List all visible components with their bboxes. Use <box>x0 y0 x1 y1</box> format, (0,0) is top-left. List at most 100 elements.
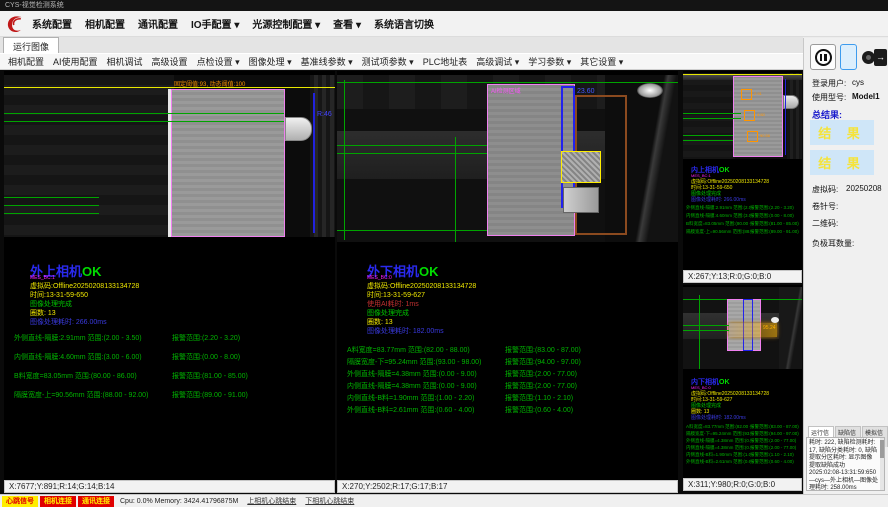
edge-line <box>683 140 733 141</box>
log-scroll-thumb[interactable] <box>880 440 884 458</box>
tab-run-image[interactable]: 运行图像 <box>3 37 59 54</box>
vcode-value: 20250208 <box>846 184 882 193</box>
logout-button[interactable]: → <box>873 46 888 68</box>
alarm-range: 报警范围:(2.00 - 77.00) <box>505 369 577 381</box>
alarm-range: 报警范围:(2.00 - 77.00) <box>750 445 796 452</box>
login-user-value: cys <box>852 78 864 87</box>
measure-value: B料宽度=83.05mm 范围:(80.00 - 86.00) <box>14 371 172 390</box>
menu-item[interactable]: 光源控制配置 ▾ <box>252 16 320 31</box>
pause-button[interactable] <box>810 44 836 70</box>
edge-line <box>4 121 284 122</box>
toolbar-button[interactable]: AI使用配置 <box>53 55 98 68</box>
measure-rect-orange <box>744 110 755 121</box>
frame-line <box>344 80 345 240</box>
heartbeat-badge: 心跳信号 <box>2 496 38 507</box>
result-ok: OK <box>82 264 102 279</box>
width-value-label: 23.60 <box>577 88 595 95</box>
model-label: 使用型号: <box>812 92 846 103</box>
measurement-row: 隔膜宽度-上=90.56mm 范围:(88.00 - 92.00)报警范围:(8… <box>14 390 329 409</box>
title-bar: CYS-视觉检测系统 <box>0 0 888 11</box>
alarm-range: 报警范围:(81.00 - 85.00) <box>172 371 248 390</box>
measure-value: A料宽度=83.77mm 范围:(82.00 - 88.00) <box>686 424 750 431</box>
measurement-row: 内侧直线-隔膜=4.38mm 范围:(0.00 - 9.00)报警范围:(2.0… <box>686 445 800 452</box>
result-ok: OK <box>419 264 439 279</box>
measure-value: 外侧直线-隔膜=4.38mm 范围:(0.00 - 9.00) <box>347 369 505 381</box>
menu-items: 系统配置相机配置通讯配置 IO手配置 ▾ 光源控制配置 ▾ 查看 ▾ 系统语言切换 <box>32 16 434 31</box>
menu-item[interactable]: 系统配置 <box>32 16 72 31</box>
upper-camera-heartbeat-link[interactable]: 上相机心跳结束 <box>247 496 296 506</box>
menu-item[interactable]: 通讯配置 <box>138 16 178 31</box>
toolbar-button[interactable]: 测试项参数 ▾ <box>362 55 414 68</box>
measurement-row: B料宽度=83.05mm 范围:(80.00 - 86.00)报警范围:(81.… <box>686 221 800 229</box>
edge-line <box>683 135 733 136</box>
machine-background-left <box>683 73 735 159</box>
camera-1-pixel-status: X:7677;Y:891;R:14;G:14;B:14 <box>4 480 335 493</box>
alarm-range: 报警范围:(89.00 - 91.00) <box>172 390 248 409</box>
menu-item[interactable]: 系统语言切换 <box>374 16 434 31</box>
alarm-range: 报警范围:(94.00 - 97.00) <box>750 431 799 438</box>
measure-value: B料宽度=83.05mm 范围:(80.00 - 86.00) <box>686 221 750 229</box>
window-status-bar: 心跳信号 相机连接 通讯连接 Cpu: 0.0% Memory: 3424.41… <box>0 494 888 507</box>
log-text: 耗时: 222, 缺陷检测耗时: 17, 缺陷分类耗时: 0, 缺陷提取分区耗时… <box>809 440 878 491</box>
lower-camera-heartbeat-link[interactable]: 下相机心跳结束 <box>305 496 354 506</box>
measure-label: 2.91 <box>754 91 762 96</box>
alarm-range: 报警范围:(1.10 - 2.10) <box>750 452 794 459</box>
camera-image-4[interactable]: 95.24 <box>683 287 802 369</box>
measurement-row: B料宽度=83.05mm 范围:(80.00 - 86.00)报警范围:(81.… <box>14 371 329 390</box>
logout-icon: → <box>874 49 887 66</box>
alarm-range: 报警范围:(89.00 - 91.00) <box>750 229 799 237</box>
alarm-range: 报警范围:(0.00 - 8.00) <box>750 213 794 221</box>
toolbar-button[interactable]: 高级设置 <box>152 55 188 68</box>
camera-view-3[interactable]: 2.91 4.60 90.56 内上相机OK MES_BC:1 虚拟码:Offl… <box>683 71 802 270</box>
camera-view-2[interactable]: AI检测区域 23.60 外下相机OK MES_BC:0 虚拟码:Offline… <box>337 71 678 480</box>
measure-value: 内侧直线-隔膜=4.38mm 范围:(0.00 - 9.00) <box>686 445 750 452</box>
qr-code-label: 二维码: <box>812 218 838 229</box>
camera-image-3[interactable]: 2.91 4.60 90.56 <box>683 73 802 159</box>
menu-item[interactable]: IO手配置 ▾ <box>191 16 239 31</box>
camera-image-1[interactable]: 固定阈值:93, 动态阈值:100 R:46 <box>4 75 335 237</box>
toolbar-button[interactable]: 高级调试 ▾ <box>476 55 519 68</box>
measure-rect-orange <box>741 89 752 100</box>
measure-value: 内侧直线-B料=1.90mm 范围:(1.00 - 2.20) <box>686 452 750 459</box>
edge-line <box>337 145 492 146</box>
toolbar-button[interactable]: 相机调试 <box>107 55 143 68</box>
pin-number-label: 卷针号: <box>812 201 838 212</box>
measurement-row: 内侧直线-隔膜:4.60mm 范围:(3.00 - 6.00)报警范围:(0.0… <box>14 352 329 371</box>
pixel-readout: X:270;Y:2502;R:17;G:17;B:17 <box>342 482 447 491</box>
edge-line <box>4 213 99 214</box>
measurement-row: 外侧直线-隔膜:2.91mm 范围:(2.00 - 3.50)报警范围:(2.2… <box>14 333 329 352</box>
toolbar-button[interactable]: 学习参数 ▾ <box>528 55 571 68</box>
ai-area-label: AI检测区域 <box>491 86 521 95</box>
measurement-row: 外侧直线-B料=2.61mm 范围:(0.60 - 4.00)报警范围:(0.6… <box>347 405 672 417</box>
menu-item[interactable]: 相机配置 <box>85 16 125 31</box>
log-scrollbar[interactable] <box>880 438 884 490</box>
toolbar-button[interactable]: 相机配置 <box>8 55 44 68</box>
app-logo-icon <box>5 14 24 33</box>
measure-value: 内侧直线-隔膜=4.38mm 范围:(0.00 - 9.00) <box>347 381 505 393</box>
toolbar-button[interactable]: 基准线参数 ▾ <box>301 55 353 68</box>
camera-view-4[interactable]: 95.24 内下相机OK MES_BC:0 虚拟码:Offline2025020… <box>683 285 802 478</box>
camera-image-2[interactable]: AI检测区域 23.60 <box>337 75 678 242</box>
measurement-row: 外侧直线-B料=2.61mm 范围:(0.60 - 4.00)报警范围:(0.6… <box>686 459 800 466</box>
measure-value: 外侧直线-B料=2.61mm 范围:(0.60 - 4.00) <box>347 405 505 417</box>
measure-value: 隔膜宽度-下=95.24mm 范围:(93.00 - 98.00) <box>686 431 750 438</box>
log-box[interactable]: 耗时: 222, 缺陷检测耗时: 17, 缺陷分类耗时: 0, 缺陷提取分区耗时… <box>806 437 885 491</box>
measure-value: 外侧直线-B料=2.61mm 范围:(0.60 - 4.00) <box>686 459 750 466</box>
edge-line <box>683 113 741 114</box>
alarm-range: 报警范围:(83.00 - 87.00) <box>505 345 581 357</box>
measurement-row: 外侧直线-隔膜:2.91mm 范围:(2.00 - 3.50)报警范围:(2.2… <box>686 205 800 213</box>
user-button[interactable] <box>840 44 857 70</box>
measurement-row: 内侧直线-B料=1.90mm 范围:(1.00 - 2.20)报警范围:(1.1… <box>686 452 800 459</box>
toolbar-button[interactable]: 点检设置 ▾ <box>197 55 240 68</box>
edge-line <box>337 153 492 154</box>
measurement-row: A料宽度=83.77mm 范围:(82.00 - 88.00)报警范围:(83.… <box>347 345 672 357</box>
edge-line <box>683 325 729 326</box>
measurement-rows: 外侧直线-隔膜:2.91mm 范围:(2.00 - 3.50)报警范围:(2.2… <box>686 205 800 237</box>
edge-line <box>683 118 741 119</box>
menu-item[interactable]: 查看 ▾ <box>333 16 361 31</box>
toolbar-button[interactable]: 其它设置 ▾ <box>580 55 623 68</box>
toolbar-button[interactable]: PLC地址表 <box>423 55 468 68</box>
camera-view-1[interactable]: 固定阈值:93, 动态阈值:100 R:46 外上相机OK MES_BC:1 虚… <box>4 71 335 480</box>
toolbar-button[interactable]: 图像处理 ▾ <box>249 55 292 68</box>
cell-block <box>171 89 285 237</box>
